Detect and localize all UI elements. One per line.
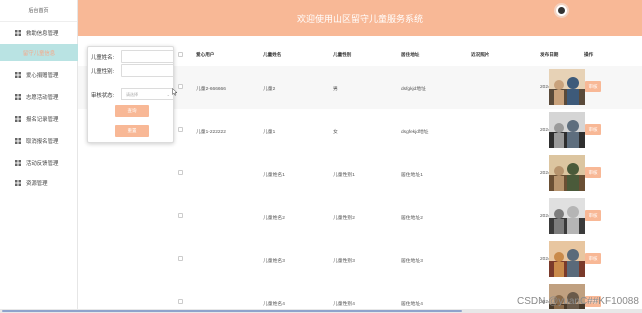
cell-gender: 儿童性别3 xyxy=(333,259,355,264)
child-name-label: 儿童姓名: xyxy=(91,55,115,61)
row-checkbox[interactable] xyxy=(178,84,183,89)
grid-icon xyxy=(15,159,21,166)
sidebar-item-label: 留守儿童信息 xyxy=(22,50,56,57)
column-header: 儿童姓名 xyxy=(263,52,282,57)
sidebar-item[interactable]: 爱心捐赠管理 xyxy=(0,66,78,83)
row-checkbox[interactable] xyxy=(178,170,183,175)
chevron-down-icon: ⌄ xyxy=(166,92,170,97)
cell-address: 居住地址2 xyxy=(401,216,423,221)
cell-gender: 儿童性别1 xyxy=(333,173,355,178)
review-button[interactable]: 审核 xyxy=(585,81,601,92)
cell-name: 儿童姓名3 xyxy=(263,259,285,264)
cell-address: 居住地址1 xyxy=(401,173,423,178)
cell-gender: 儿童性别2 xyxy=(333,216,355,221)
column-header: 近况照片 xyxy=(471,52,490,57)
sidebar-item-label: 救助信息管理 xyxy=(26,30,59,37)
cell-gender: 男 xyxy=(333,87,338,92)
cell-user: 儿童1-222222 xyxy=(196,130,226,135)
user-avatar-icon[interactable] xyxy=(554,3,569,18)
cell-address: 居住地址3 xyxy=(401,259,423,264)
sidebar-item-label: 活动反馈管理 xyxy=(26,160,59,167)
child-photo[interactable] xyxy=(549,112,585,148)
column-header: 发布日期 xyxy=(540,52,559,57)
sidebar-item-label: 报名记录管理 xyxy=(26,116,59,123)
sidebar-item[interactable]: 留守儿童信息 xyxy=(0,44,78,61)
cell-name: 儿童姓名4 xyxy=(263,302,285,307)
child-photo[interactable] xyxy=(549,155,585,191)
header-bar: 欢迎使用山区留守儿童服务系统 xyxy=(78,0,642,36)
cell-gender: 女 xyxy=(333,130,338,135)
cell-gender: 儿童性别4 xyxy=(333,302,355,307)
child-gender-label: 儿童性别: xyxy=(91,69,115,75)
review-status-label: 审核状态: xyxy=(91,93,115,99)
grid-icon xyxy=(15,29,21,36)
cell-name: 儿童姓名2 xyxy=(263,216,285,221)
row-checkbox[interactable] xyxy=(178,256,183,261)
search-panel: 儿童姓名: 儿童性别: 审核状态: 请选择 ⌄ 查询 重置 xyxy=(87,46,174,143)
search-button[interactable]: 查询 xyxy=(115,105,149,117)
grid-icon xyxy=(15,179,21,186)
row-checkbox[interactable] xyxy=(178,299,183,304)
table-row: 儿童姓名1儿童性别1居住地址12024-03-02审核 xyxy=(78,152,642,195)
sidebar-item-label: 取消报名管理 xyxy=(26,138,59,145)
cell-address: dsgfekjd地址 xyxy=(401,130,429,135)
mouse-cursor-icon xyxy=(172,88,178,96)
sidebar-item-label: 爱心捐赠管理 xyxy=(26,72,59,79)
column-header: 爱心用户 xyxy=(196,52,215,57)
sidebar-item[interactable]: 救助信息管理 xyxy=(0,24,78,41)
row-checkbox[interactable] xyxy=(178,127,183,132)
sidebar-item[interactable]: 取消报名管理 xyxy=(0,132,78,149)
review-button[interactable]: 审核 xyxy=(585,167,601,178)
column-header: 居住地址 xyxy=(401,52,420,57)
review-status-select[interactable]: 请选择 ⌄ xyxy=(121,88,174,100)
grid-icon xyxy=(15,115,21,122)
sidebar-item[interactable]: 报名记录管理 xyxy=(0,110,78,127)
sidebar-item-label: 志愿活动管理 xyxy=(26,94,59,101)
select-all-checkbox[interactable] xyxy=(178,52,183,57)
child-gender-input[interactable] xyxy=(121,64,174,77)
sidebar-item[interactable]: 资源管理 xyxy=(0,174,78,191)
sidebar-item-label: 资源管理 xyxy=(26,180,48,187)
grid-icon xyxy=(15,71,21,78)
table-row: 儿童姓名2儿童性别2居住地址22024-03-02审核 xyxy=(78,195,642,238)
grid-icon xyxy=(15,93,21,100)
review-button[interactable]: 审核 xyxy=(585,210,601,221)
review-button[interactable]: 审核 xyxy=(585,124,601,135)
child-photo[interactable] xyxy=(549,241,585,277)
child-photo[interactable] xyxy=(549,198,585,234)
row-checkbox[interactable] xyxy=(178,213,183,218)
watermark: CSDN @yuanC##KF10088 xyxy=(517,296,639,307)
sidebar-item[interactable]: 活动反馈管理 xyxy=(0,154,78,171)
review-button[interactable]: 审核 xyxy=(585,253,601,264)
cell-user: 儿童2-666666 xyxy=(196,87,226,92)
review-status-placeholder: 请选择 xyxy=(126,92,138,97)
cell-name: 儿童1 xyxy=(263,130,276,135)
cell-name: 儿童姓名1 xyxy=(263,173,285,178)
reset-button[interactable]: 重置 xyxy=(115,125,149,137)
table-row: 儿童姓名3儿童性别3居住地址32024-03-02审核 xyxy=(78,238,642,281)
cell-name: 儿童2 xyxy=(263,87,276,92)
horizontal-scrollbar[interactable] xyxy=(0,309,642,313)
sidebar-home-link[interactable]: 后台首页 xyxy=(0,0,77,22)
column-header: 儿童性别 xyxy=(333,52,352,57)
sidebar-item[interactable]: 志愿活动管理 xyxy=(0,88,78,105)
column-header: 操作 xyxy=(584,52,594,57)
child-name-input[interactable] xyxy=(121,50,174,63)
grid-icon xyxy=(15,137,21,144)
child-photo[interactable] xyxy=(549,69,585,105)
cell-address: 居住地址4 xyxy=(401,302,423,307)
cell-address: dsfgkjd地址 xyxy=(401,87,426,92)
